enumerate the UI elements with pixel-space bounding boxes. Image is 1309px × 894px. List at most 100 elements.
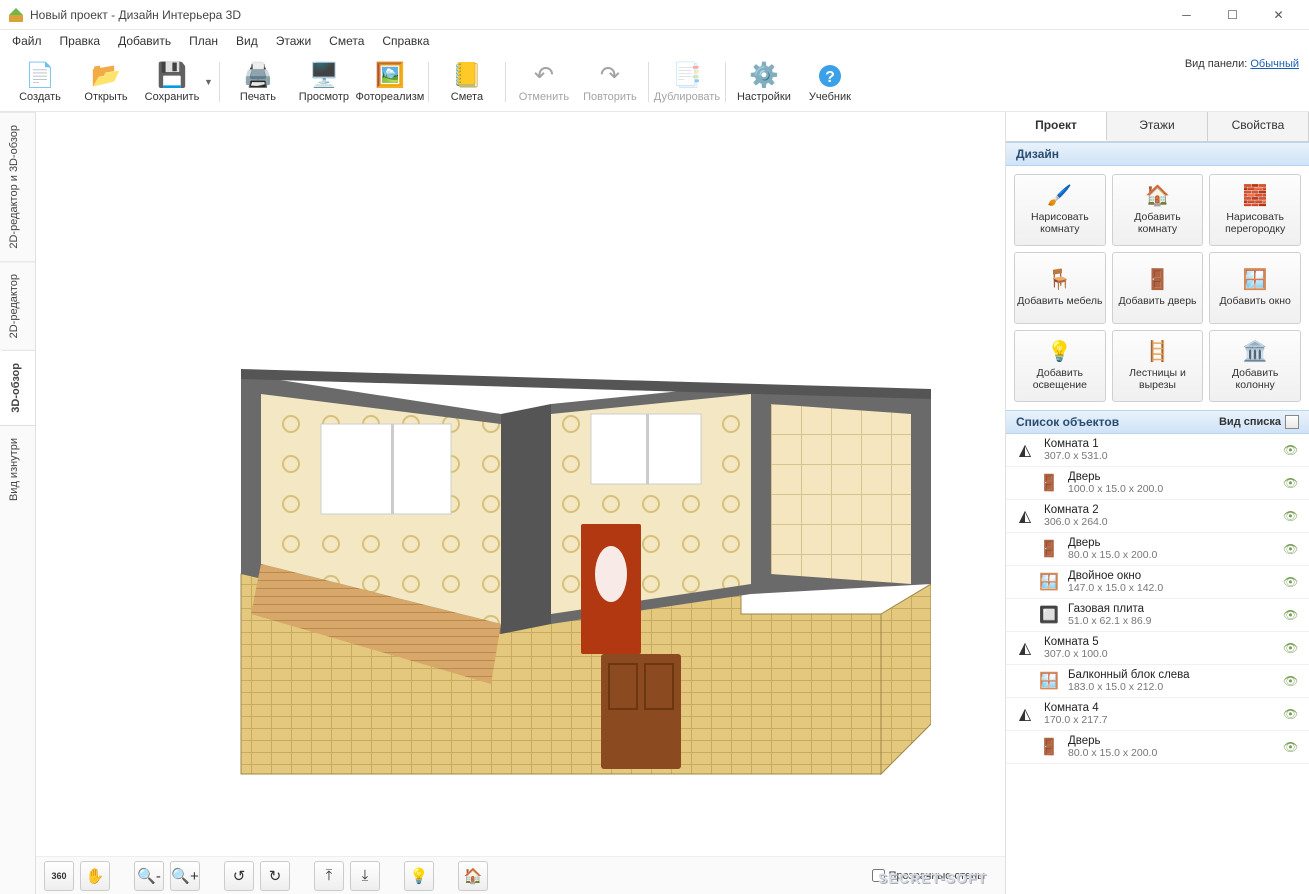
object-type-icon: ◭ [1014,439,1036,461]
separator [648,62,649,102]
object-row[interactable]: 🪟Балконный блок слева183.0 x 15.0 x 212.… [1006,665,1309,698]
object-row[interactable]: 🪟Двойное окно147.0 x 15.0 x 142.0👁 [1006,566,1309,599]
object-row[interactable]: ◭Комната 4170.0 x 217.7👁 [1006,698,1309,731]
lighting-button[interactable]: 💡 [404,861,434,891]
3d-viewport[interactable] [36,112,1005,856]
object-dimensions: 100.0 x 15.0 x 200.0 [1068,483,1275,495]
new-file-icon: 📄 [25,61,55,91]
zoom-in-button[interactable]: 🔍+ [170,861,200,891]
object-row[interactable]: 🚪Дверь80.0 x 15.0 x 200.0👁 [1006,731,1309,764]
object-type-icon: ◭ [1014,637,1036,659]
rotate-right-button[interactable]: ↻ [260,861,290,891]
menu-view[interactable]: Вид [228,32,266,50]
menu-floors[interactable]: Этажи [268,32,319,50]
separator [428,62,429,102]
visibility-icon[interactable]: 👁 [1283,641,1301,655]
visibility-icon[interactable]: 👁 [1283,443,1301,457]
redo-button[interactable]: ↷Повторить [578,55,642,109]
object-name: Комната 2 [1044,504,1275,516]
add-window-button[interactable]: 🪟Добавить окно [1209,252,1301,324]
add-light-button[interactable]: 💡Добавить освещение [1014,330,1106,402]
minimize-button[interactable]: ─ [1164,0,1209,29]
object-row[interactable]: 🚪Дверь80.0 x 15.0 x 200.0👁 [1006,533,1309,566]
menu-file[interactable]: Файл [4,32,50,50]
visibility-icon[interactable]: 👁 [1283,608,1301,622]
viewport-toolbar: 360 ✋ 🔍- 🔍+ ↺ ↻ ⤒ ⤓ 💡 🏠 Прозрачные стены… [36,856,1005,894]
tab-floors[interactable]: Этажи [1107,112,1208,141]
object-list[interactable]: ◭Комната 1307.0 x 531.0👁🚪Дверь100.0 x 15… [1006,434,1309,894]
list-mode-toggle[interactable]: Вид списка [1219,415,1299,429]
side-tab-2d3d[interactable]: 2D-редактор и 3D-обзор [0,112,35,261]
section-design-header: Дизайн [1006,142,1309,166]
menu-edit[interactable]: Правка [52,32,109,50]
object-name: Газовая плита [1068,603,1275,615]
pan-button[interactable]: ✋ [80,861,110,891]
object-type-icon: 🔲 [1038,604,1060,626]
add-furniture-button[interactable]: 🪑Добавить мебель [1014,252,1106,324]
visibility-icon[interactable]: 👁 [1283,476,1301,490]
create-button[interactable]: 📄Создать [8,55,72,109]
object-dimensions: 306.0 x 264.0 [1044,516,1275,528]
column-icon: 🏛️ [1243,341,1268,364]
tilt-down-button[interactable]: ⤓ [350,861,380,891]
close-button[interactable]: ✕ [1256,0,1301,29]
menu-plan[interactable]: План [181,32,226,50]
tab-properties[interactable]: Свойства [1208,112,1309,141]
object-row[interactable]: 🚪Дверь100.0 x 15.0 x 200.0👁 [1006,467,1309,500]
visibility-icon[interactable]: 👁 [1283,674,1301,688]
right-panel-tabs: Проект Этажи Свойства [1006,112,1309,142]
photoreal-button[interactable]: 🖼️Фотореализм [358,55,422,109]
save-dropdown-icon[interactable]: ▼ [204,77,213,87]
add-door-button[interactable]: 🚪Добавить дверь [1112,252,1204,324]
panel-mode-link[interactable]: Обычный [1250,58,1299,70]
add-column-button[interactable]: 🏛️Добавить колонну [1209,330,1301,402]
object-row[interactable]: ◭Комната 1307.0 x 531.0👁 [1006,434,1309,467]
home-view-button[interactable]: 🏠 [458,861,488,891]
object-row[interactable]: ◭Комната 5307.0 x 100.0👁 [1006,632,1309,665]
object-name: Двойное окно [1068,570,1275,582]
preview-button[interactable]: 🖥️Просмотр [292,55,356,109]
tilt-down-icon: ⤓ [362,867,369,884]
print-button[interactable]: 🖨️Печать [226,55,290,109]
separator [505,62,506,102]
object-row[interactable]: 🔲Газовая плита51.0 x 62.1 x 86.9👁 [1006,599,1309,632]
tutorial-button[interactable]: ?Учебник [798,55,862,109]
side-tab-inside[interactable]: Вид изнутри [0,425,35,513]
maximize-button[interactable]: ☐ [1210,0,1255,29]
object-name: Комната 4 [1044,702,1275,714]
tilt-up-button[interactable]: ⤒ [314,861,344,891]
object-name: Комната 1 [1044,438,1275,450]
zoom-in-icon: 🔍+ [171,867,198,885]
rotate360-button[interactable]: 360 [44,861,74,891]
undo-button[interactable]: ↶Отменить [512,55,576,109]
zoom-out-button[interactable]: 🔍- [134,861,164,891]
menu-help[interactable]: Справка [374,32,437,50]
estimate-button[interactable]: 📒Смета [435,55,499,109]
visibility-icon[interactable]: 👁 [1283,509,1301,523]
open-button[interactable]: 📂Открыть [74,55,138,109]
visibility-icon[interactable]: 👁 [1283,575,1301,589]
draw-partition-button[interactable]: 🧱Нарисовать перегородку [1209,174,1301,246]
side-tab-3d[interactable]: 3D-обзор [0,350,35,425]
visibility-icon[interactable]: 👁 [1283,707,1301,721]
side-tab-2d[interactable]: 2D-редактор [0,261,35,350]
draw-room-button[interactable]: 🖌️Нарисовать комнату [1014,174,1106,246]
settings-button[interactable]: ⚙️Настройки [732,55,796,109]
section-objects-header: Список объектов Вид списка [1006,410,1309,434]
duplicate-button[interactable]: 📑Дублировать [655,55,719,109]
wall-icon: 🧱 [1243,185,1268,208]
save-button[interactable]: 💾Сохранить [140,55,204,109]
add-room-button[interactable]: 🏠Добавить комнату [1112,174,1204,246]
design-grid: 🖌️Нарисовать комнату 🏠Добавить комнату 🧱… [1006,166,1309,410]
visibility-icon[interactable]: 👁 [1283,542,1301,556]
visibility-icon[interactable]: 👁 [1283,740,1301,754]
chair-icon: 🪑 [1047,269,1072,292]
tab-project[interactable]: Проект [1006,112,1107,141]
main-area: 2D-редактор и 3D-обзор 2D-редактор 3D-об… [0,112,1309,894]
menu-estimate[interactable]: Смета [321,32,372,50]
object-row[interactable]: ◭Комната 2306.0 x 264.0👁 [1006,500,1309,533]
menu-add[interactable]: Добавить [110,32,179,50]
rotate-left-button[interactable]: ↺ [224,861,254,891]
tilt-up-icon: ⤒ [326,867,333,884]
stairs-button[interactable]: 🪜Лестницы и вырезы [1112,330,1204,402]
